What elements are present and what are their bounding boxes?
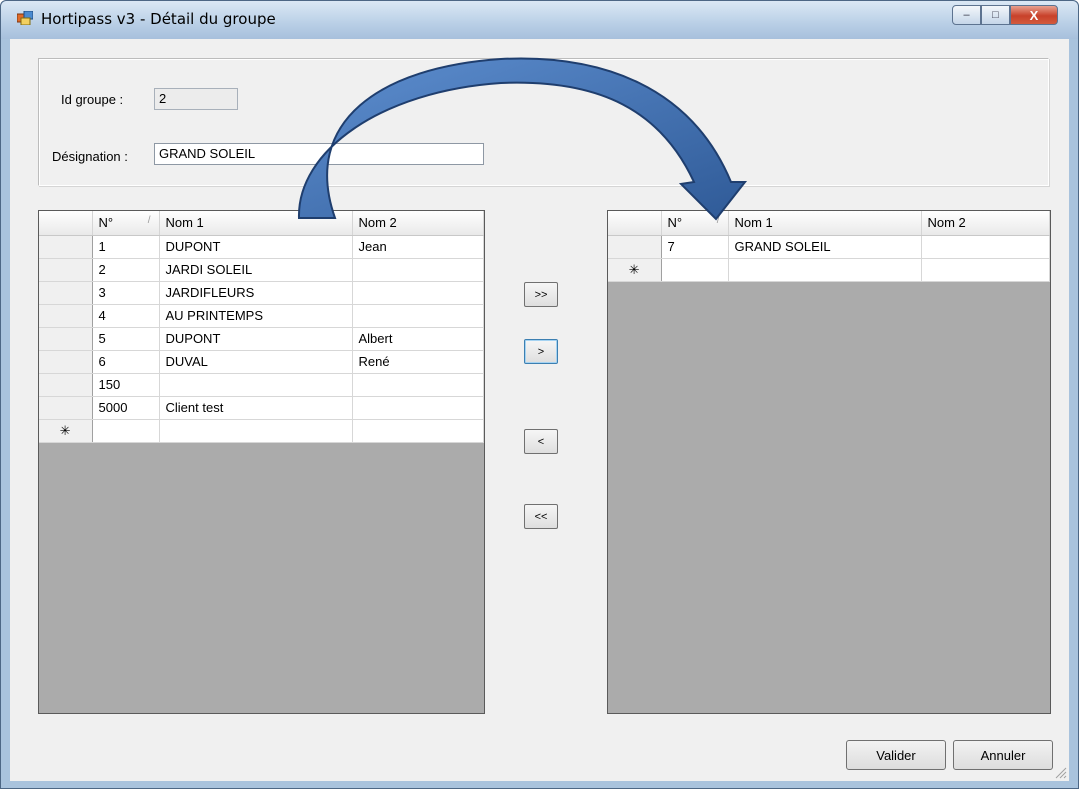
table-cell[interactable]: DUPONT <box>159 235 353 259</box>
table-cell[interactable] <box>159 373 353 397</box>
table-cell[interactable]: 1 <box>92 235 160 259</box>
table-row[interactable]: 5 DUPONT Albert <box>39 327 484 351</box>
table-cell[interactable]: AU PRINTEMPS <box>159 304 353 328</box>
table-cell[interactable]: 5 <box>92 327 160 351</box>
table-cell[interactable]: Jean <box>352 235 484 259</box>
table-cell[interactable]: DUPONT <box>159 327 353 351</box>
table-row[interactable]: 5000 Client test <box>39 396 484 420</box>
available-clients-grid[interactable]: N° / Nom 1 Nom 2 1 DUPONT Jean 2 JARDI SOLEI… <box>38 210 485 714</box>
table-cell[interactable]: GRAND SOLEIL <box>728 235 922 259</box>
add-selected-button[interactable]: > <box>524 339 558 364</box>
new-row[interactable]: ✳ <box>39 419 484 443</box>
table-cell[interactable] <box>352 304 484 328</box>
remove-selected-button[interactable]: < <box>524 429 558 454</box>
close-icon: X <box>1029 7 1039 23</box>
table-cell[interactable]: DUVAL <box>159 350 353 374</box>
table-cell[interactable] <box>352 281 484 305</box>
remove-all-button[interactable]: << <box>524 504 558 529</box>
table-cell[interactable]: 3 <box>92 281 160 305</box>
minimize-button[interactable]: – <box>952 5 981 25</box>
table-cell[interactable]: 7 <box>661 235 729 259</box>
table-row[interactable]: 150 <box>39 373 484 397</box>
row-header[interactable] <box>39 304 93 328</box>
table-cell[interactable]: Albert <box>352 327 484 351</box>
new-row-marker-icon[interactable]: ✳ <box>39 419 93 443</box>
row-header[interactable] <box>39 396 93 420</box>
table-cell[interactable] <box>159 419 353 443</box>
row-header-corner[interactable] <box>39 211 93 236</box>
table-cell[interactable]: 2 <box>92 258 160 282</box>
table-cell[interactable]: JARDI SOLEIL <box>159 258 353 282</box>
cancel-button[interactable]: Annuler <box>953 740 1053 770</box>
dialog-client-area: Id groupe : 2 Désignation : GRAND SOLEIL… <box>10 39 1069 781</box>
table-cell[interactable] <box>352 373 484 397</box>
column-header-nom2[interactable]: Nom 2 <box>352 211 484 236</box>
sort-icon: / <box>716 215 720 226</box>
window-title: Hortipass v3 - Détail du groupe <box>41 10 276 28</box>
table-row[interactable]: 6 DUVAL René <box>39 350 484 374</box>
id-group-field[interactable]: 2 <box>154 88 238 110</box>
table-row[interactable]: 1 DUPONT Jean <box>39 235 484 259</box>
table-cell[interactable]: 150 <box>92 373 160 397</box>
title-bar[interactable]: Hortipass v3 - Détail du groupe – □ X <box>1 1 1078 39</box>
table-cell[interactable]: René <box>352 350 484 374</box>
add-all-button[interactable]: >> <box>524 282 558 307</box>
sort-icon: / <box>147 215 151 226</box>
column-header-number[interactable]: N° / <box>661 211 729 236</box>
close-button[interactable]: X <box>1010 5 1058 25</box>
group-info-box <box>38 58 1049 186</box>
table-cell[interactable] <box>352 258 484 282</box>
maximize-button[interactable]: □ <box>981 5 1010 25</box>
maximize-icon: □ <box>992 9 999 21</box>
column-header-nom2[interactable]: Nom 2 <box>921 211 1050 236</box>
table-cell[interactable]: JARDIFLEURS <box>159 281 353 305</box>
table-cell[interactable]: Client test <box>159 396 353 420</box>
table-row[interactable]: 3 JARDIFLEURS <box>39 281 484 305</box>
new-row-marker-icon[interactable]: ✳ <box>608 258 662 282</box>
table-row[interactable]: 2 JARDI SOLEIL <box>39 258 484 282</box>
table-cell[interactable] <box>921 235 1050 259</box>
table-cell[interactable] <box>352 396 484 420</box>
row-header[interactable] <box>608 235 662 259</box>
row-header[interactable] <box>39 327 93 351</box>
table-cell[interactable]: 6 <box>92 350 160 374</box>
column-header-number[interactable]: N° / <box>92 211 160 236</box>
designation-label: Désignation : <box>52 149 128 164</box>
table-cell[interactable]: 4 <box>92 304 160 328</box>
table-cell[interactable]: 5000 <box>92 396 160 420</box>
table-cell[interactable] <box>728 258 922 282</box>
app-window: Hortipass v3 - Détail du groupe – □ X Id… <box>0 0 1079 789</box>
row-header[interactable] <box>39 350 93 374</box>
row-header-corner[interactable] <box>608 211 662 236</box>
table-cell[interactable] <box>92 419 160 443</box>
table-row[interactable]: 7 GRAND SOLEIL <box>608 235 1050 259</box>
column-header-nom1[interactable]: Nom 1 <box>159 211 353 236</box>
resize-grip-icon[interactable] <box>1053 765 1067 779</box>
table-cell[interactable] <box>661 258 729 282</box>
group-members-grid[interactable]: N° / Nom 1 Nom 2 7 GRAND SOLEIL ✳ <box>607 210 1051 714</box>
row-header[interactable] <box>39 281 93 305</box>
row-header[interactable] <box>39 235 93 259</box>
id-group-label: Id groupe : <box>61 92 124 107</box>
app-icon <box>17 11 33 25</box>
table-row[interactable]: 4 AU PRINTEMPS <box>39 304 484 328</box>
table-cell[interactable] <box>921 258 1050 282</box>
new-row[interactable]: ✳ <box>608 258 1050 282</box>
row-header[interactable] <box>39 258 93 282</box>
row-header[interactable] <box>39 373 93 397</box>
column-header-nom1[interactable]: Nom 1 <box>728 211 922 236</box>
designation-field[interactable]: GRAND SOLEIL <box>154 143 484 165</box>
minimize-icon: – <box>963 9 970 21</box>
validate-button[interactable]: Valider <box>846 740 946 770</box>
table-cell[interactable] <box>352 419 484 443</box>
